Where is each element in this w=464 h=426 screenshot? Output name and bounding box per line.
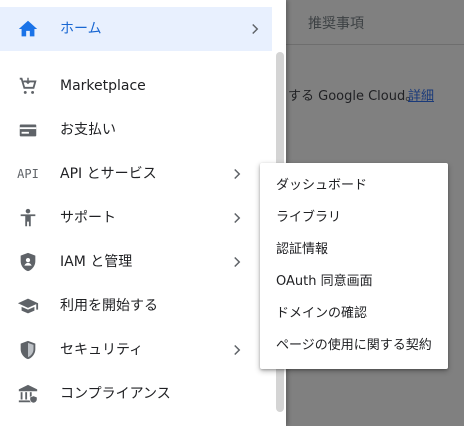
chevron-right-icon — [228, 341, 246, 359]
submenu-item-label: ライブラリ — [276, 210, 342, 225]
background-tab-bar: 推奨事項 — [286, 0, 464, 45]
shield-icon — [16, 250, 40, 274]
navigation-drawer: ホーム Marketplace お支払い API API とサービス サポート … — [0, 0, 286, 426]
chevron-right-icon — [228, 253, 246, 271]
nav-item-label: セキュリティ — [60, 342, 144, 358]
nav-item-security[interactable]: セキュリティ — [0, 328, 272, 372]
nav-item-billing[interactable]: お支払い — [0, 108, 272, 152]
submenu-item-library[interactable]: ライブラリ — [260, 202, 448, 234]
nav-item-support[interactable]: サポート — [0, 196, 272, 240]
submenu-item-dashboard[interactable]: ダッシュボード — [260, 170, 448, 202]
graduation-cap-icon — [16, 294, 40, 318]
nav-item-label: サポート — [60, 210, 116, 226]
api-icon: API — [17, 167, 39, 181]
cart-icon — [16, 74, 40, 98]
nav-item-label: Marketplace — [60, 78, 146, 94]
nav-item-label: API とサービス — [60, 166, 157, 182]
banner-text: する Google Cloud。 — [288, 89, 419, 104]
nav-item-iam-admin[interactable]: IAM と管理 — [0, 240, 272, 284]
nav-item-getting-started[interactable]: 利用を開始する — [0, 284, 272, 328]
nav-item-label: コンプライアンス — [60, 386, 171, 402]
nav-item-compliance[interactable]: コンプライアンス — [0, 372, 272, 416]
submenu-item-oauth-consent[interactable]: OAuth 同意画面 — [260, 266, 448, 298]
security-shield-icon — [16, 338, 40, 362]
chevron-right-icon — [246, 20, 264, 38]
nav-item-marketplace[interactable]: Marketplace — [0, 64, 272, 108]
nav-item-label: お支払い — [60, 122, 116, 138]
banner-learn-more-link[interactable]: 詳細 — [408, 81, 434, 113]
billing-card-icon — [16, 118, 40, 142]
submenu-item-label: OAuth 同意画面 — [276, 274, 373, 289]
background-banner: する Google Cloud。 詳細 — [286, 81, 464, 113]
submenu-item-label: 認証情報 — [276, 242, 329, 257]
submenu-item-label: ページの使用に関する契約 — [276, 338, 432, 353]
nav-item-api-services[interactable]: API API とサービス — [0, 152, 272, 196]
submenu-item-page-usage-agreements[interactable]: ページの使用に関する契約 — [260, 330, 448, 362]
bank-building-icon — [16, 382, 40, 406]
submenu-item-domain-verification[interactable]: ドメインの確認 — [260, 298, 448, 330]
home-icon — [16, 17, 40, 41]
chevron-right-icon — [228, 165, 246, 183]
chevron-right-icon — [228, 209, 246, 227]
submenu-item-label: ダッシュボード — [276, 178, 368, 193]
nav-item-label: IAM と管理 — [60, 254, 133, 270]
divider — [286, 44, 464, 45]
submenu-item-label: ドメインの確認 — [276, 306, 368, 321]
nav-item-label: ホーム — [60, 21, 102, 37]
nav-item-home[interactable]: ホーム — [0, 7, 272, 51]
api-services-submenu: ダッシュボード ライブラリ 認証情報 OAuth 同意画面 ドメインの確認 ペー… — [260, 163, 448, 369]
nav-item-label: 利用を開始する — [60, 298, 158, 314]
tab-recommendations[interactable]: 推奨事項 — [308, 13, 364, 33]
support-person-icon — [16, 206, 40, 230]
submenu-item-credentials[interactable]: 認証情報 — [260, 234, 448, 266]
